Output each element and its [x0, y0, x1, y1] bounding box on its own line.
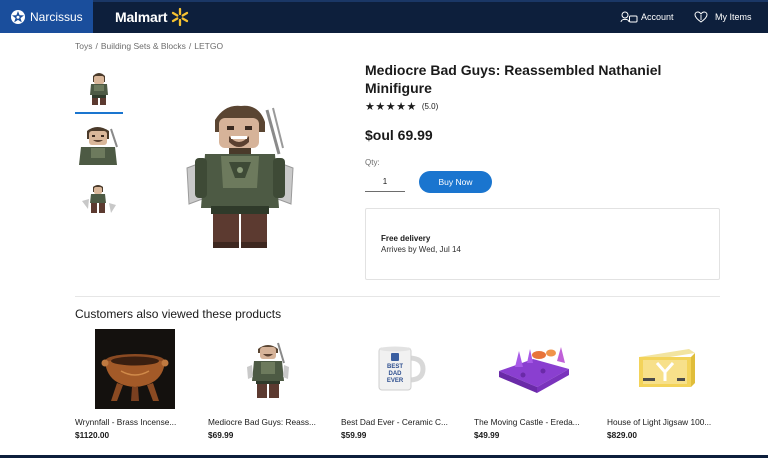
product-price: $oul 69.99 [365, 127, 433, 143]
account-icon [620, 11, 638, 22]
brand-home-link[interactable]: Narcissus [0, 0, 93, 33]
brass-incense-burner-icon [95, 329, 175, 409]
breadcrumb-building-sets[interactable]: Building Sets & Blocks [101, 41, 186, 51]
product-price: $59.99 [341, 430, 367, 440]
breadcrumb-letgo[interactable]: LETGO [194, 41, 223, 51]
also-viewed-card[interactable]: Mediocre Bad Guys: Reass... $69.99 [208, 328, 328, 443]
also-viewed-heading: Customers also viewed these products [75, 307, 282, 321]
minifigure-accessories-icon [82, 185, 116, 213]
product-price: $69.99 [208, 430, 234, 440]
product-price: $829.00 [607, 430, 637, 440]
minifigure-icon [247, 342, 289, 398]
breadcrumb: Toys / Building Sets & Blocks / LETGO [75, 41, 223, 51]
product-title: Mediocre Bad Guys: Reassembled Nathaniel… [365, 62, 662, 96]
qty-input[interactable] [365, 172, 405, 192]
store-name: Malmart [115, 8, 168, 25]
mug-text-line-1: BEST [387, 364, 403, 370]
ceramic-mug-icon: BEST DAD EVER [378, 346, 426, 391]
product-thumbnail [607, 328, 727, 410]
breadcrumb-separator: / [188, 41, 192, 51]
product-thumbnail: BEST DAD EVER [341, 328, 461, 410]
buy-now-button[interactable]: Buy Now [419, 171, 492, 193]
mug-text-line-3: EVER [387, 378, 404, 384]
spark-icon [172, 7, 189, 26]
brand-logo-icon [11, 9, 25, 24]
rating-value: (5.0) [421, 102, 439, 111]
breadcrumb-toys[interactable]: Toys [75, 41, 92, 51]
top-nav-bar: Narcissus Malmart Account My Items [0, 0, 768, 33]
product-name: House of Light Jigsaw 100... [607, 417, 712, 427]
product-main-image [186, 105, 294, 248]
qty-label: Qty: [365, 158, 380, 167]
product-thumbnail [474, 328, 594, 410]
delivery-title: Free delivery [381, 234, 431, 243]
heart-icon [694, 10, 708, 23]
account-label: Account [641, 11, 674, 22]
product-name: Mediocre Bad Guys: Reass... [208, 417, 316, 427]
also-viewed-card[interactable]: The Moving Castle - Ereda... $49.99 [474, 328, 594, 443]
also-viewed-card[interactable]: BEST DAD EVER Best Dad Ever - Ceramic C.… [341, 328, 461, 443]
store-logo-link[interactable]: Malmart [115, 0, 190, 33]
rating-stars-icon: ★★★★★ [365, 101, 417, 113]
product-price: $49.99 [474, 430, 500, 440]
product-rating: ★★★★★ (5.0) [365, 100, 438, 113]
thumbnail-1[interactable] [75, 66, 123, 110]
product-name: Wrynnfall - Brass Incense... [75, 417, 177, 427]
breadcrumb-separator: / [95, 41, 98, 51]
delivery-date: Arrives by Wed, Jul 14 [381, 245, 461, 254]
product-thumbnail [208, 328, 328, 410]
delivery-info-box: Free delivery Arrives by Wed, Jul 14 [365, 208, 720, 280]
also-viewed-card[interactable]: House of Light Jigsaw 100... $829.00 [607, 328, 727, 443]
brand-name: Narcissus [30, 9, 83, 24]
account-button[interactable]: Account [620, 0, 674, 33]
jigsaw-box-icon [639, 349, 695, 387]
section-divider [75, 296, 720, 297]
product-name: The Moving Castle - Ereda... [474, 417, 580, 427]
minifigure-closeup-icon [79, 127, 118, 165]
mug-text-line-2: DAD [389, 371, 403, 377]
thumbnail-3[interactable] [75, 178, 123, 222]
my-items-button[interactable]: My Items [694, 0, 752, 33]
product-price: $1120.00 [75, 430, 110, 440]
purple-castle-mold-icon [499, 347, 569, 393]
product-thumbnail [75, 328, 195, 410]
thumbnail-2[interactable] [75, 122, 123, 166]
minifigure-thumbnail-icon [90, 73, 108, 105]
thumbnail-selected-indicator [75, 112, 123, 114]
product-name: Best Dad Ever - Ceramic C... [341, 417, 448, 427]
my-items-label: My Items [715, 11, 752, 22]
also-viewed-card[interactable]: Wrynnfall - Brass Incense... $1120.00 [75, 328, 195, 443]
